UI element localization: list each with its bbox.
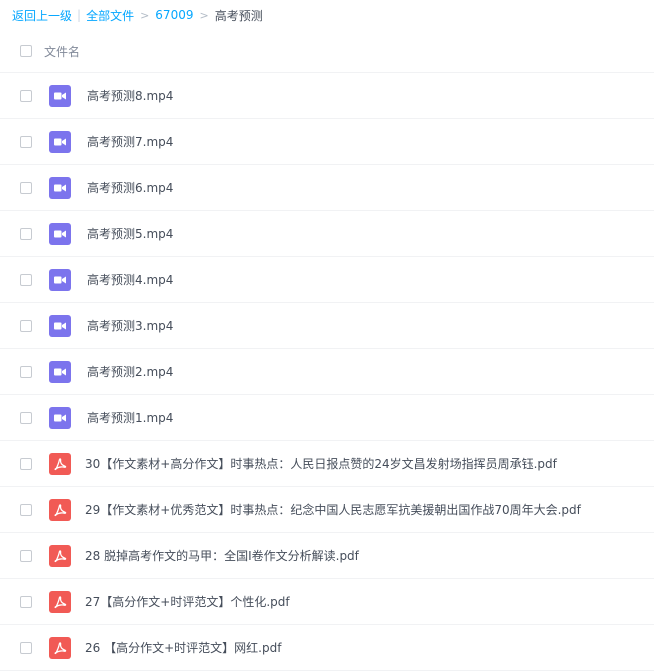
column-header-filename: 文件名 xyxy=(44,44,81,59)
file-checkbox[interactable] xyxy=(20,411,32,424)
file-row[interactable]: 30【作文素材+高分作文】时事热点：人民日报点赞的24岁文昌发射场指挥员周承钰.… xyxy=(0,441,654,487)
file-name[interactable]: 高考预测2.mp4 xyxy=(87,363,173,380)
breadcrumb-divider: | xyxy=(77,8,82,22)
file-name[interactable]: 高考预测1.mp4 xyxy=(87,409,173,426)
video-file-icon xyxy=(49,222,71,245)
file-checkbox[interactable] xyxy=(20,135,32,148)
file-checkbox[interactable] xyxy=(20,595,32,608)
file-row[interactable]: 高考预测7.mp4 xyxy=(0,119,654,165)
file-name[interactable]: 高考预测8.mp4 xyxy=(87,87,173,104)
file-row[interactable]: 高考预测6.mp4 xyxy=(0,165,654,211)
breadcrumb-separator-icon: > xyxy=(199,8,209,22)
video-file-icon xyxy=(49,360,71,383)
file-name[interactable]: 高考预测3.mp4 xyxy=(87,317,173,334)
list-header: 文件名 xyxy=(0,30,654,73)
file-checkbox[interactable] xyxy=(20,89,32,102)
pdf-file-icon xyxy=(49,452,71,475)
file-list: 高考预测8.mp4 高考预测7.mp4 高考预测6.mp4 高考预测5.mp4 高考预测… xyxy=(0,73,654,671)
file-checkbox[interactable] xyxy=(20,181,32,194)
file-name[interactable]: 28 脱掉高考作文的马甲：全国I卷作文分析解读.pdf xyxy=(85,547,359,564)
file-row[interactable]: 28 脱掉高考作文的马甲：全国I卷作文分析解读.pdf xyxy=(0,533,654,579)
video-file-icon xyxy=(49,406,71,429)
file-name[interactable]: 高考预测6.mp4 xyxy=(87,179,173,196)
all-files-link[interactable]: 全部文件 xyxy=(86,7,134,24)
file-checkbox[interactable] xyxy=(20,319,32,332)
pdf-file-icon xyxy=(49,636,71,659)
file-name[interactable]: 27【高分作文+时评范文】个性化.pdf xyxy=(85,593,290,610)
folder-link[interactable]: 67009 xyxy=(155,8,193,22)
file-row[interactable]: 27【高分作文+时评范文】个性化.pdf xyxy=(0,579,654,625)
back-link[interactable]: 返回上一级 xyxy=(12,7,72,24)
video-file-icon xyxy=(49,130,71,153)
breadcrumb-separator-icon: > xyxy=(140,8,150,22)
file-name[interactable]: 高考预测5.mp4 xyxy=(87,225,173,242)
file-row[interactable]: 26 【高分作文+时评范文】网红.pdf xyxy=(0,625,654,671)
select-all-checkbox[interactable] xyxy=(20,45,32,57)
video-file-icon xyxy=(49,314,71,337)
file-checkbox[interactable] xyxy=(20,273,32,286)
file-row[interactable]: 高考预测4.mp4 xyxy=(0,257,654,303)
file-row[interactable]: 高考预测3.mp4 xyxy=(0,303,654,349)
file-checkbox[interactable] xyxy=(20,457,32,470)
video-file-icon xyxy=(49,176,71,199)
pdf-file-icon xyxy=(49,498,71,521)
file-row[interactable]: 高考预测5.mp4 xyxy=(0,211,654,257)
file-checkbox[interactable] xyxy=(20,227,32,240)
file-name[interactable]: 26 【高分作文+时评范文】网红.pdf xyxy=(85,639,281,656)
file-checkbox[interactable] xyxy=(20,549,32,562)
file-name[interactable]: 高考预测4.mp4 xyxy=(87,271,173,288)
file-row[interactable]: 29【作文素材+优秀范文】时事热点：纪念中国人民志愿军抗美援朝出国作战70周年大… xyxy=(0,487,654,533)
file-name[interactable]: 29【作文素材+优秀范文】时事热点：纪念中国人民志愿军抗美援朝出国作战70周年大… xyxy=(85,501,581,518)
file-checkbox[interactable] xyxy=(20,503,32,516)
breadcrumb: 返回上一级 | 全部文件 > 67009 > 高考预测 xyxy=(0,0,654,30)
video-file-icon xyxy=(49,84,71,107)
pdf-file-icon xyxy=(49,544,71,567)
file-name[interactable]: 30【作文素材+高分作文】时事热点：人民日报点赞的24岁文昌发射场指挥员周承钰.… xyxy=(85,455,557,472)
file-name[interactable]: 高考预测7.mp4 xyxy=(87,133,173,150)
file-row[interactable]: 高考预测8.mp4 xyxy=(0,73,654,119)
pdf-file-icon xyxy=(49,590,71,613)
file-row[interactable]: 高考预测2.mp4 xyxy=(0,349,654,395)
file-checkbox[interactable] xyxy=(20,641,32,654)
file-checkbox[interactable] xyxy=(20,365,32,378)
current-folder: 高考预测 xyxy=(214,8,263,23)
video-file-icon xyxy=(49,268,71,291)
file-row[interactable]: 高考预测1.mp4 xyxy=(0,395,654,441)
